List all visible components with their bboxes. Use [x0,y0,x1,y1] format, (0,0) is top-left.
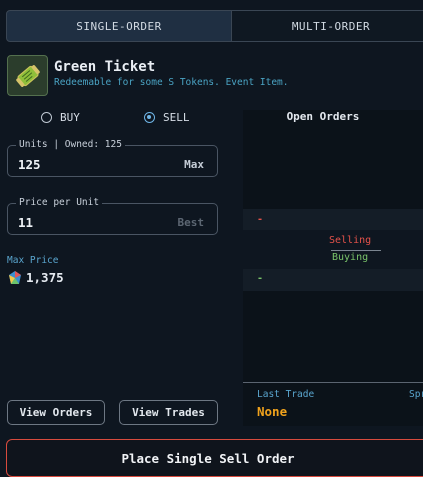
item-description: Redeemable for some S Tokens. Event Item… [54,77,289,88]
radio-unchecked-icon [41,112,52,123]
buy-label: BUY [60,111,80,124]
view-trades-button[interactable]: View Trades [119,400,218,425]
order-book: Open Orders - Selling Buying - Last Trad… [243,110,423,426]
place-order-button[interactable]: Place Single Sell Order [6,439,423,477]
sell-order-row [243,209,423,231]
buy-radio[interactable]: BUY [41,111,80,124]
max-price-value: 1,375 [26,270,64,285]
view-orders-button[interactable]: View Orders [7,400,105,425]
units-input[interactable] [18,157,158,172]
price-field[interactable]: Price per Unit Best [7,197,218,235]
radio-checked-icon [144,112,155,123]
book-divider [331,250,381,251]
s-token-icon [7,270,23,286]
last-trade-label: Last Trade [257,389,315,400]
selling-label: Selling [329,235,372,246]
green-ticket-icon [7,55,48,96]
max-button[interactable]: Max [184,158,204,171]
spread-label: Spr [409,389,423,400]
buying-label: Buying [332,252,369,263]
buy-order-row [243,269,423,291]
order-book-title: Open Orders [286,110,360,123]
units-field[interactable]: Units | Owned: 125 Max [7,139,218,177]
last-trade-value: None [257,404,288,419]
price-legend: Price per Unit [16,197,103,208]
sell-radio[interactable]: SELL [144,111,190,124]
buy-row-dash: - [257,273,264,284]
item-name: Green Ticket [54,59,156,75]
sell-label: SELL [163,111,190,124]
tab-single-order[interactable]: SINGLE-ORDER [6,10,232,42]
last-trade-bar: Last Trade None Spr [243,382,423,426]
max-price-label: Max Price [7,255,59,266]
price-input[interactable] [18,215,158,230]
tab-multi-order[interactable]: MULTI-ORDER [231,10,423,42]
sell-row-dash: - [257,214,264,225]
best-button[interactable]: Best [178,216,205,229]
place-order-label: Place Single Sell Order [121,450,295,466]
units-legend: Units | Owned: 125 [16,139,125,150]
